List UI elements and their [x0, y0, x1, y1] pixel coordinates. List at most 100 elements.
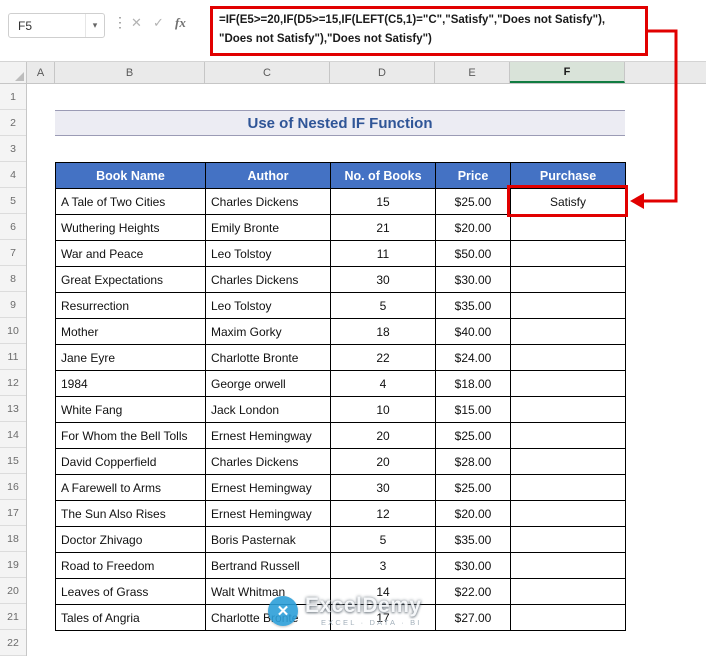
table-cell[interactable]: David Copperfield [56, 449, 206, 475]
row-header-11[interactable]: 11 [0, 344, 26, 370]
table-cell[interactable] [511, 475, 626, 501]
table-cell[interactable] [511, 345, 626, 371]
table-header-cell[interactable]: Book Name [56, 163, 206, 189]
table-header-cell[interactable]: Price [436, 163, 511, 189]
column-header-B[interactable]: B [55, 62, 205, 83]
row-header-18[interactable]: 18 [0, 526, 26, 552]
table-cell[interactable]: $50.00 [436, 241, 511, 267]
table-cell[interactable] [511, 319, 626, 345]
column-header-F[interactable]: F [510, 62, 625, 83]
insert-function-icon[interactable]: fx [175, 15, 186, 31]
table-cell[interactable]: 11 [331, 241, 436, 267]
table-cell[interactable]: Charlotte Bronte [206, 605, 331, 631]
row-header-8[interactable]: 8 [0, 266, 26, 292]
table-cell[interactable]: 15 [331, 189, 436, 215]
table-cell[interactable]: Leo Tolstoy [206, 241, 331, 267]
row-header-14[interactable]: 14 [0, 422, 26, 448]
row-header-12[interactable]: 12 [0, 370, 26, 396]
table-cell[interactable]: 18 [331, 319, 436, 345]
table-cell[interactable]: $20.00 [436, 501, 511, 527]
table-cell[interactable]: $25.00 [436, 475, 511, 501]
table-cell[interactable]: Boris Pasternak [206, 527, 331, 553]
table-cell[interactable] [511, 293, 626, 319]
table-cell[interactable]: 30 [331, 475, 436, 501]
row-header-1[interactable]: 1 [0, 84, 26, 110]
table-cell[interactable]: A Farewell to Arms [56, 475, 206, 501]
column-header-D[interactable]: D [330, 62, 435, 83]
table-cell[interactable]: Leo Tolstoy [206, 293, 331, 319]
row-header-13[interactable]: 13 [0, 396, 26, 422]
table-cell[interactable]: 17 [331, 605, 436, 631]
table-cell[interactable]: Walt Whitman [206, 579, 331, 605]
table-cell[interactable]: $30.00 [436, 267, 511, 293]
table-cell[interactable]: Road to Freedom [56, 553, 206, 579]
row-header-15[interactable]: 15 [0, 448, 26, 474]
table-cell[interactable]: $30.00 [436, 553, 511, 579]
table-cell[interactable]: 21 [331, 215, 436, 241]
table-cell[interactable] [511, 423, 626, 449]
table-cell[interactable]: $18.00 [436, 371, 511, 397]
row-header-10[interactable]: 10 [0, 318, 26, 344]
table-cell[interactable]: 5 [331, 527, 436, 553]
table-cell[interactable]: Charles Dickens [206, 267, 331, 293]
table-cell[interactable] [511, 267, 626, 293]
table-cell[interactable]: $25.00 [436, 189, 511, 215]
row-header-9[interactable]: 9 [0, 292, 26, 318]
table-cell[interactable]: Emily Bronte [206, 215, 331, 241]
table-cell[interactable]: Mother [56, 319, 206, 345]
table-cell[interactable]: $15.00 [436, 397, 511, 423]
column-header-C[interactable]: C [205, 62, 330, 83]
table-header-cell[interactable]: Purchase [511, 163, 626, 189]
table-cell[interactable]: 1984 [56, 371, 206, 397]
row-header-17[interactable]: 17 [0, 500, 26, 526]
table-cell[interactable]: Ernest Hemingway [206, 475, 331, 501]
table-cell[interactable]: $35.00 [436, 527, 511, 553]
table-cell[interactable]: Great Expectations [56, 267, 206, 293]
table-cell[interactable]: For Whom the Bell Tolls [56, 423, 206, 449]
row-header-2[interactable]: 2 [0, 110, 26, 136]
table-cell[interactable]: Charlotte Bronte [206, 345, 331, 371]
row-header-4[interactable]: 4 [0, 162, 26, 188]
table-cell[interactable]: 10 [331, 397, 436, 423]
table-cell[interactable]: A Tale of Two Cities [56, 189, 206, 215]
table-cell[interactable] [511, 579, 626, 605]
row-header-5[interactable]: 5 [0, 188, 26, 214]
chevron-down-icon[interactable]: ▾ [85, 14, 104, 37]
table-cell[interactable]: $40.00 [436, 319, 511, 345]
table-cell[interactable]: $20.00 [436, 215, 511, 241]
table-cell[interactable]: 5 [331, 293, 436, 319]
table-cell[interactable]: Ernest Hemingway [206, 423, 331, 449]
confirm-icon[interactable]: ✓ [153, 15, 164, 31]
table-cell[interactable]: Resurrection [56, 293, 206, 319]
table-cell[interactable] [511, 241, 626, 267]
table-cell[interactable] [511, 527, 626, 553]
table-cell[interactable]: The Sun Also Rises [56, 501, 206, 527]
table-cell[interactable]: Doctor Zhivago [56, 527, 206, 553]
table-cell[interactable]: Wuthering Heights [56, 215, 206, 241]
name-box[interactable]: F5 ▾ [8, 13, 105, 38]
table-cell[interactable]: 20 [331, 423, 436, 449]
table-cell[interactable]: $27.00 [436, 605, 511, 631]
table-cell[interactable]: Maxim Gorky [206, 319, 331, 345]
table-cell[interactable]: 3 [331, 553, 436, 579]
formula-input[interactable]: =IF(E5>=20,IF(D5>=15,IF(LEFT(C5,1)="C","… [210, 6, 648, 56]
table-cell[interactable]: Ernest Hemingway [206, 501, 331, 527]
table-cell[interactable]: $35.00 [436, 293, 511, 319]
row-header-19[interactable]: 19 [0, 552, 26, 578]
table-cell[interactable]: Charles Dickens [206, 189, 331, 215]
cancel-icon[interactable]: ✕ [131, 15, 142, 31]
table-cell[interactable]: $25.00 [436, 423, 511, 449]
row-header-7[interactable]: 7 [0, 240, 26, 266]
row-header-21[interactable]: 21 [0, 604, 26, 630]
table-cell[interactable]: $24.00 [436, 345, 511, 371]
table-cell[interactable] [511, 215, 626, 241]
table-cell[interactable] [511, 371, 626, 397]
more-options-icon[interactable]: ⋮ [113, 14, 127, 31]
table-header-cell[interactable]: No. of Books [331, 163, 436, 189]
select-all-button[interactable] [0, 62, 27, 83]
column-header-E[interactable]: E [435, 62, 510, 83]
table-cell[interactable]: Jack London [206, 397, 331, 423]
table-cell[interactable]: Bertrand Russell [206, 553, 331, 579]
row-header-3[interactable]: 3 [0, 136, 26, 162]
table-cell[interactable]: White Fang [56, 397, 206, 423]
